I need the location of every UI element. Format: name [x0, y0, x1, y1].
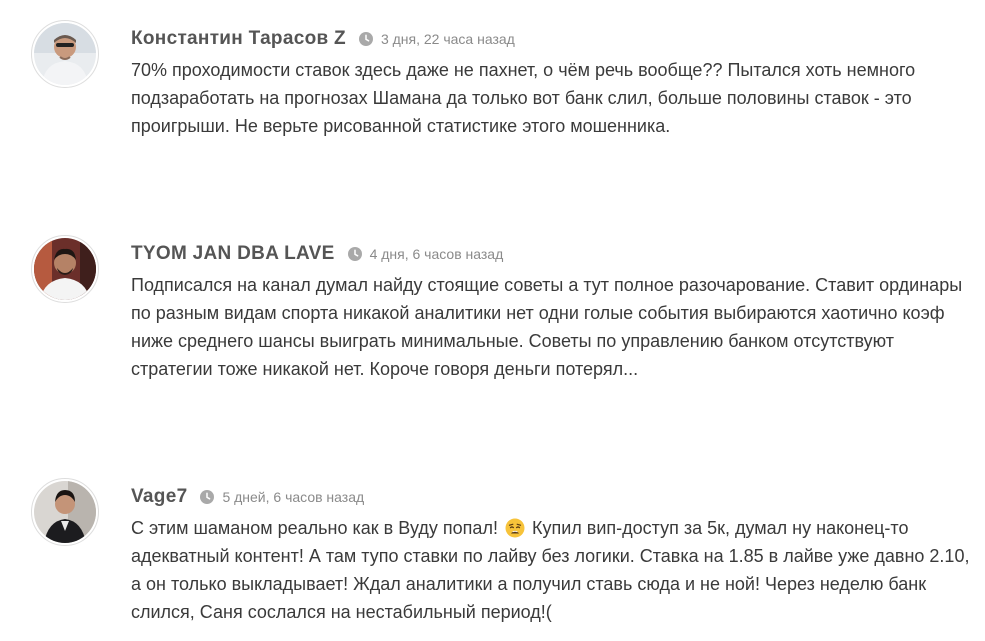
comment-time-wrap: 4 дня, 6 часов назад [347, 246, 504, 262]
comment-meta: TYOM JAN DBA LAVE 4 дня, 6 часов назад [131, 241, 503, 267]
comment-time[interactable]: 4 дня, 6 часов назад [370, 246, 504, 262]
comment-text: 70% проходимости ставок здесь даже не па… [131, 56, 971, 140]
comment-text-line: стратегии тоже никакой нет. Короче говор… [131, 359, 639, 379]
comment-text-line: подзаработать на прогнозах Шамана да тол… [131, 88, 912, 108]
comment-time[interactable]: 5 дней, 6 часов назад [222, 489, 364, 505]
comment-text-segment: С этим шаманом реально как в Вуду попал! [131, 518, 498, 538]
clock-icon [200, 490, 215, 504]
comment-author[interactable]: Константин Тарасов Z [131, 28, 346, 50]
avatar-photo [34, 23, 96, 85]
avatar[interactable] [31, 235, 99, 303]
comment-author[interactable]: Vage7 [131, 486, 187, 508]
clock-icon [358, 32, 373, 46]
comment-text-line: слился, Саня сослался на нестабильный пе… [131, 602, 552, 622]
comment-author[interactable]: TYOM JAN DBA LAVE [131, 243, 335, 265]
avatar[interactable] [31, 20, 99, 88]
comment-meta: Константин Тарасов Z 3 дня, 22 часа наза… [131, 26, 515, 52]
comment-text: С этим шаманом реально как в Вуду попал!… [131, 514, 971, 626]
comment-text-line: С этим шаманом реально как в Вуду попал!… [131, 514, 971, 542]
clock-icon [347, 247, 362, 261]
comment-text-segment: Купил вип-доступ за 5к, думал ну наконец… [531, 518, 909, 538]
comment-text-line: 70% проходимости ставок здесь даже не па… [131, 60, 916, 80]
comment-time[interactable]: 3 дня, 22 часа назад [381, 31, 515, 47]
avatar[interactable] [31, 478, 99, 546]
comment-text-line: проигрыши. Не верьте рисованной статисти… [131, 116, 671, 136]
comments-list: Константин Тарасов Z 3 дня, 22 часа наза… [0, 0, 985, 641]
comment-meta: Vage7 5 дней, 6 часов назад [131, 484, 364, 510]
comment-text-line: по разным видам спорта никакой аналитики… [131, 303, 945, 323]
weary-face-emoji-icon [505, 518, 525, 538]
comment-text-line: Подписался на канал думал найду стоящие … [131, 275, 963, 295]
avatar-photo [34, 481, 96, 543]
comment-text-line: адекватный контент! А там тупо ставки по… [131, 546, 970, 566]
comment-text: Подписался на канал думал найду стоящие … [131, 271, 971, 383]
avatar-photo [34, 238, 96, 300]
comment-text-line: а он только выкладывает! Ждал аналитики … [131, 574, 927, 594]
comment-time-wrap: 3 дня, 22 часа назад [358, 31, 515, 47]
comment-text-line: ниже среднего шансы выиграть минимальные… [131, 331, 895, 351]
comment-time-wrap: 5 дней, 6 часов назад [200, 489, 364, 505]
